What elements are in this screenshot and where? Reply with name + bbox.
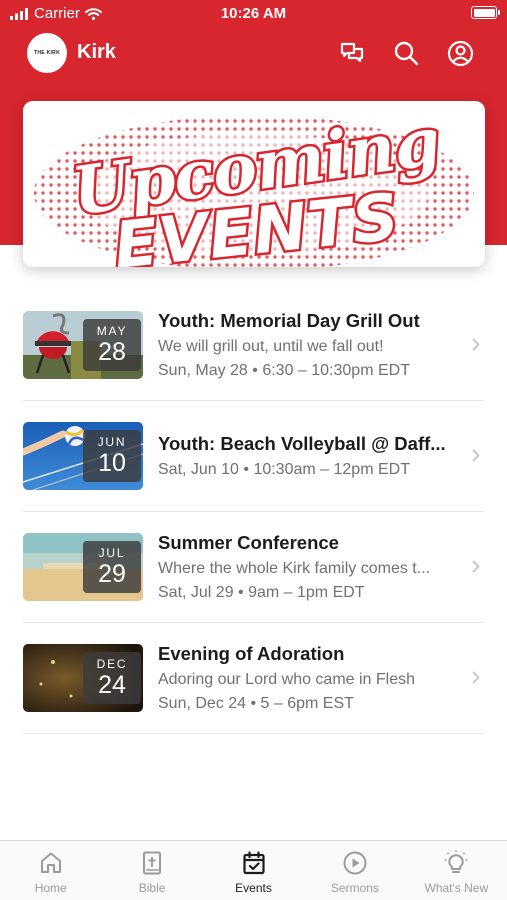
event-day: 24: [98, 671, 126, 699]
chevron-right-icon: [472, 449, 480, 462]
chat-icon: [340, 42, 364, 63]
event-row[interactable]: JUL 29 Summer Conference Where the whole…: [0, 512, 507, 623]
event-day: 29: [98, 560, 126, 588]
event-row[interactable]: MAY 28 Youth: Memorial Day Grill Out We …: [0, 290, 507, 401]
bible-icon: [143, 851, 162, 875]
profile-icon: [447, 40, 473, 66]
event-description: We will grill out, until we fall out!: [158, 338, 384, 355]
event-month: MAY: [96, 324, 128, 338]
event-month: JUL: [98, 546, 126, 560]
event-row[interactable]: JUN 10 Youth: Beach Volleyball @ Daff...…: [0, 401, 507, 512]
status-bar: Carrier 10:26 AM: [0, 0, 507, 28]
event-title: Youth: Beach Volleyball @ Daff...: [158, 433, 446, 454]
event-datetime: Sat, Jun 10 • 10:30am – 12pm EDT: [158, 461, 410, 478]
date-badge: MAY 28: [83, 319, 141, 371]
events-list: MAY 28 Youth: Memorial Day Grill Out We …: [0, 290, 507, 734]
chevron-right-icon: [472, 671, 480, 684]
play-icon: [343, 851, 367, 875]
battery-icon: [471, 6, 500, 19]
search-button[interactable]: [391, 38, 421, 68]
event-description: Adoring our Lord who came in Flesh: [158, 671, 416, 688]
event-thumbnail: JUL 29: [23, 533, 143, 601]
tab-whats-new[interactable]: What's New: [406, 841, 507, 900]
event-day: 28: [98, 338, 126, 366]
tab-label: Bible: [138, 881, 166, 895]
event-thumbnail: MAY 28: [23, 311, 143, 379]
date-badge: DEC 24: [83, 652, 141, 704]
chevron-right-icon: [472, 560, 480, 573]
event-month: DEC: [96, 657, 128, 671]
tab-label: Events: [235, 881, 272, 895]
tab-label: Home: [34, 881, 67, 895]
date-badge: JUN 10: [83, 430, 141, 482]
search-icon: [394, 41, 419, 66]
event-datetime: Sat, Jul 29 • 9am – 1pm EDT: [158, 584, 365, 601]
tab-label: What's New: [424, 881, 489, 895]
event-title: Summer Conference: [158, 532, 339, 553]
event-row[interactable]: DEC 24 Evening of Adoration Adoring our …: [0, 623, 507, 734]
lightbulb-icon: [445, 850, 468, 873]
tab-bible[interactable]: Bible: [101, 841, 202, 900]
tab-bar: Home Bible Events Sermons What's New: [0, 840, 507, 900]
divider: [23, 733, 484, 734]
tab-sermons[interactable]: Sermons: [304, 841, 405, 900]
logo-text: THE KIRK: [33, 50, 60, 56]
event-datetime: Sun, Dec 24 • 5 – 6pm EST: [158, 695, 354, 712]
church-logo[interactable]: THE KIRK: [27, 33, 67, 73]
event-thumbnail: JUN 10: [23, 422, 143, 490]
status-time: 10:26 AM: [220, 5, 287, 22]
tab-home[interactable]: Home: [0, 841, 101, 900]
banner-graphic: Upcoming EVENTS: [23, 101, 485, 267]
status-right: [471, 6, 500, 19]
tab-label: Sermons: [330, 881, 379, 895]
profile-button[interactable]: [445, 38, 475, 68]
chat-button[interactable]: [337, 38, 367, 68]
event-day: 10: [98, 449, 126, 477]
event-thumbnail: DEC 24: [23, 644, 143, 712]
home-icon: [40, 852, 61, 873]
event-month: JUN: [97, 435, 127, 449]
nav-bar: THE KIRK Kirk: [0, 30, 507, 76]
upcoming-events-banner[interactable]: Upcoming EVENTS: [23, 101, 485, 267]
event-datetime: Sun, May 28 • 6:30 – 10:30pm EDT: [158, 362, 410, 379]
date-badge: JUL 29: [83, 541, 141, 593]
calendar-icon: [242, 851, 265, 875]
tab-events[interactable]: Events: [203, 841, 304, 900]
chevron-right-icon: [472, 338, 480, 351]
app-title: Kirk: [77, 41, 116, 63]
event-title: Youth: Memorial Day Grill Out: [158, 310, 420, 331]
event-title: Evening of Adoration: [158, 643, 345, 664]
event-description: Where the whole Kirk family comes t...: [158, 560, 431, 577]
